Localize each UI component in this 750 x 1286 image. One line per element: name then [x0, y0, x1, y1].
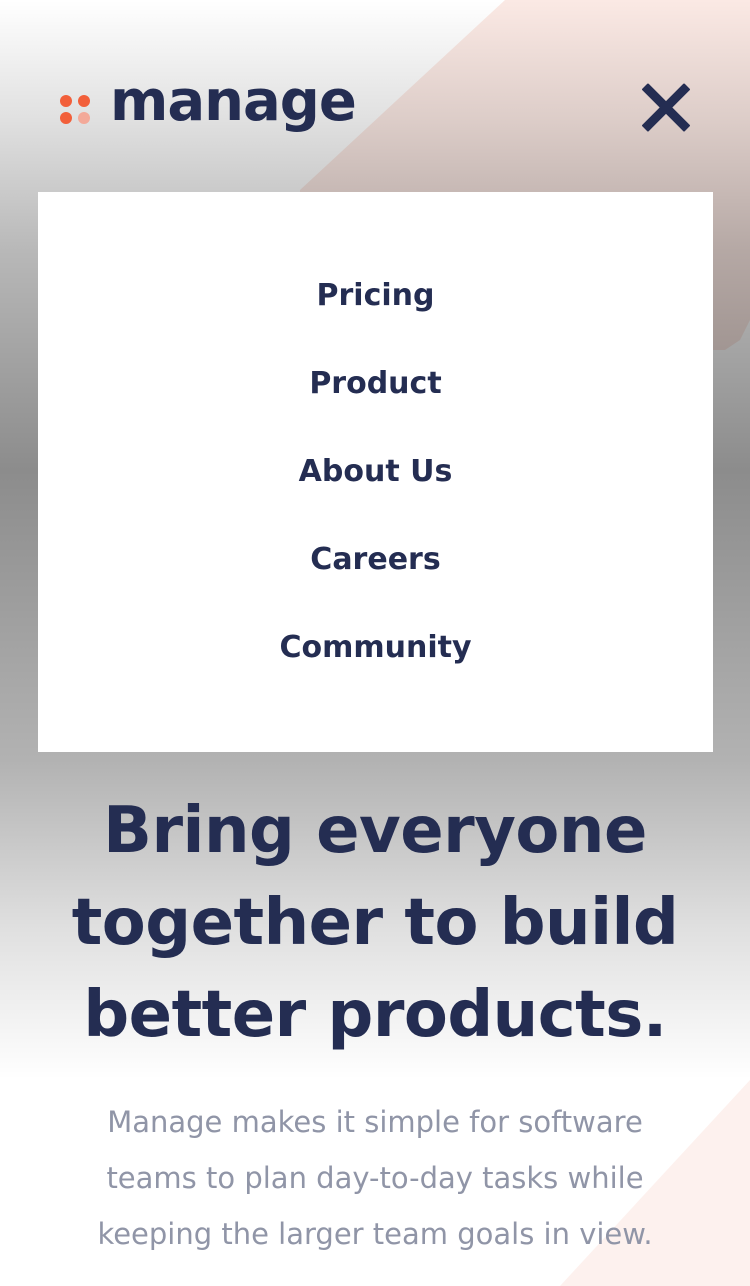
nav-item-careers[interactable]: Careers [38, 528, 713, 616]
logo[interactable]: manage [60, 69, 357, 134]
site-header: manage [60, 70, 692, 134]
four-dots-logo-icon [60, 85, 92, 124]
nav-item-product[interactable]: Product [38, 352, 713, 440]
hero-subtitle: Manage makes it simple for software team… [97, 1105, 653, 1251]
hero-title: Bring everyone together to build better … [71, 794, 679, 1052]
nav-list: Pricing Product About Us Careers Communi… [38, 192, 713, 704]
close-menu-button[interactable] [640, 82, 692, 134]
nav-item-about-us[interactable]: About Us [38, 440, 713, 528]
mobile-nav-menu: Pricing Product About Us Careers Communi… [38, 192, 713, 752]
nav-item-pricing[interactable]: Pricing [38, 264, 713, 352]
nav-item-community[interactable]: Community [38, 616, 713, 704]
logo-text: manage [110, 69, 357, 134]
